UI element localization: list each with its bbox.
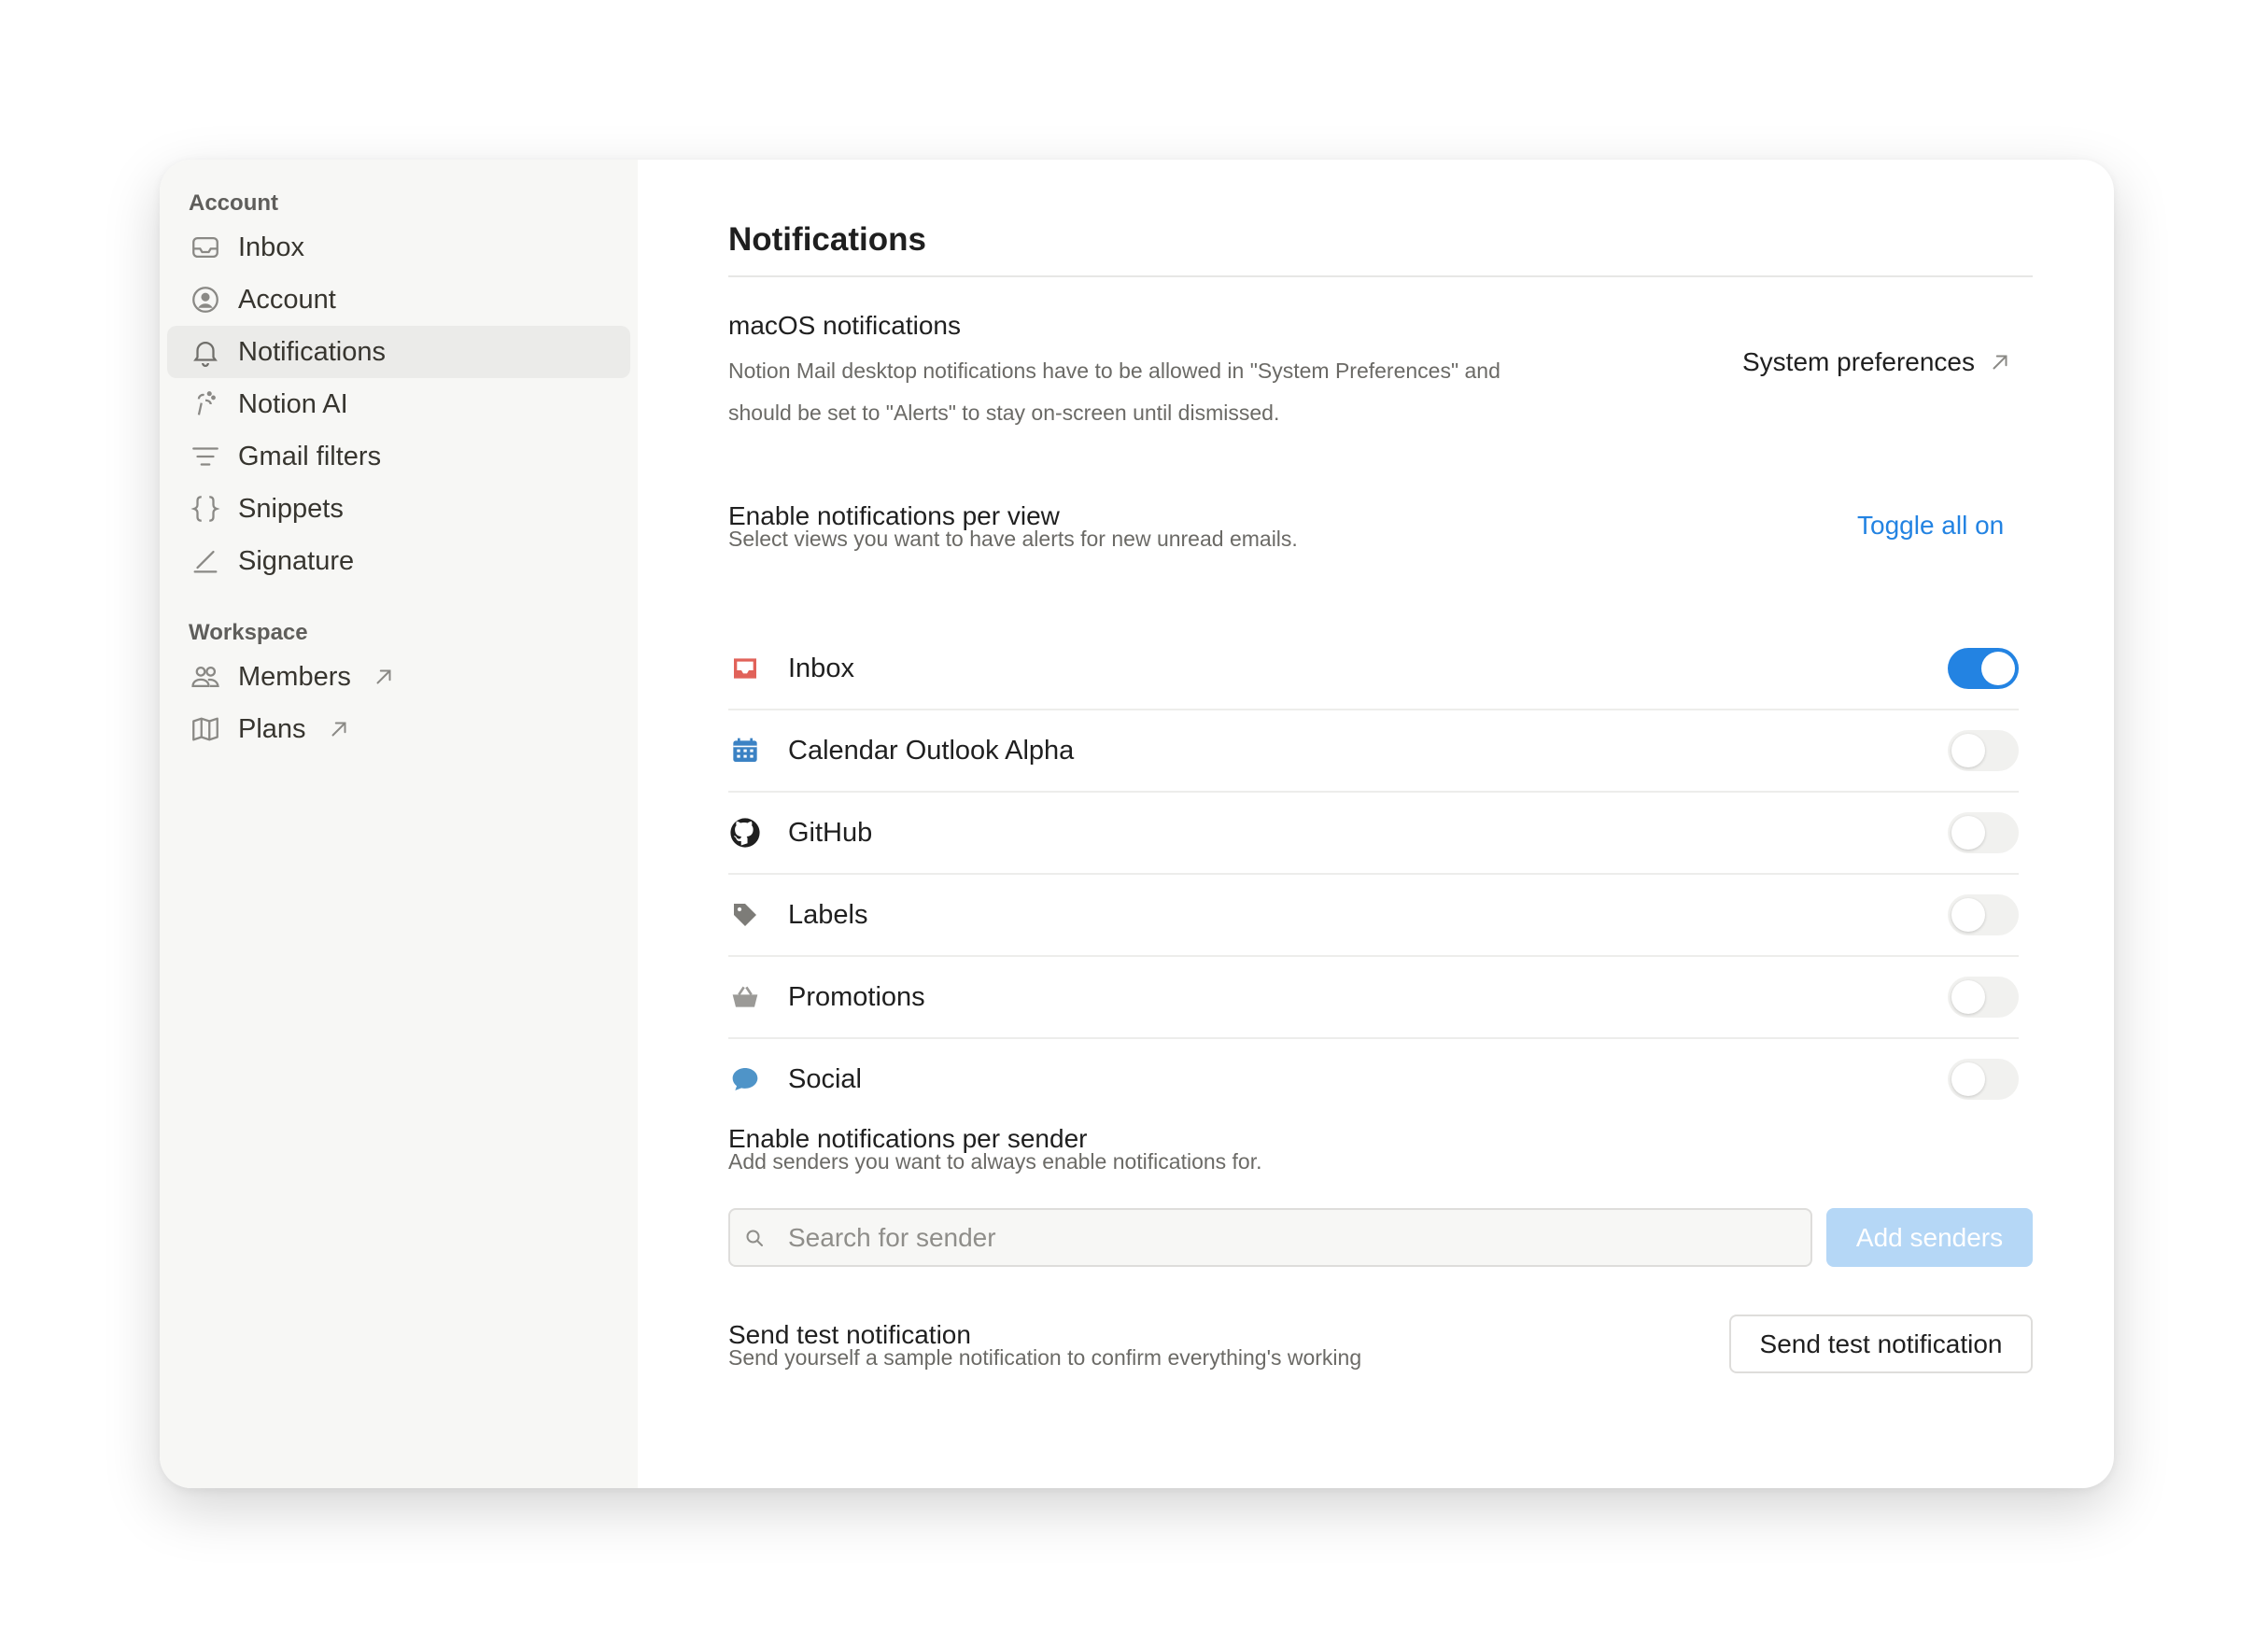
map-icon — [189, 712, 222, 746]
chat-bubble-icon — [728, 1062, 762, 1096]
sidebar-item-label: Snippets — [238, 493, 344, 524]
sender-search-field[interactable] — [728, 1208, 1812, 1267]
sidebar-item-notion-ai[interactable]: Notion AI — [167, 378, 630, 430]
toggle-knob — [1981, 652, 2015, 685]
sidebar-item-account[interactable]: Account — [167, 274, 630, 326]
basket-icon — [728, 980, 762, 1014]
sidebar-item-snippets[interactable]: Snippets — [167, 483, 630, 535]
filter-icon — [189, 440, 222, 473]
sidebar-item-label: Notion AI — [238, 388, 348, 419]
system-preferences-label: System preferences — [1742, 347, 1975, 376]
view-row-github: GitHub — [728, 791, 2019, 873]
sidebar-item-plans[interactable]: Plans — [167, 703, 630, 755]
bell-icon — [189, 335, 222, 369]
notion-ai-icon — [189, 387, 222, 421]
github-notification-toggle[interactable] — [1948, 812, 2019, 853]
sidebar-section-workspace: Workspace — [189, 620, 308, 645]
system-preferences-link[interactable]: System preferences — [1742, 347, 2012, 377]
view-row-inbox: Inbox — [728, 628, 2019, 709]
view-label: Calendar Outlook Alpha — [788, 735, 1075, 766]
per-view-section-desc: Select views you want to have alerts for… — [728, 527, 1298, 551]
braces-icon — [189, 492, 222, 526]
test-section-desc: Send yourself a sample notification to c… — [728, 1345, 1362, 1370]
add-senders-button[interactable]: Add senders — [1826, 1208, 2033, 1267]
sidebar-section-account: Account — [189, 190, 278, 216]
view-row-calendar: Calendar Outlook Alpha — [728, 709, 2019, 791]
view-label: Social — [788, 1063, 862, 1094]
macos-desc-line-2: should be set to "Alerts" to stay on-scr… — [728, 401, 1280, 425]
view-label: Labels — [788, 899, 868, 930]
inbox-notification-toggle[interactable] — [1948, 648, 2019, 689]
toggle-knob — [1951, 980, 1985, 1014]
social-notification-toggle[interactable] — [1948, 1059, 2019, 1100]
calendar-notification-toggle[interactable] — [1948, 730, 2019, 771]
settings-sidebar: Account Inbox Account Notifications Noti… — [160, 160, 638, 1488]
promotions-notification-toggle[interactable] — [1948, 977, 2019, 1018]
sidebar-item-members[interactable]: Members — [167, 651, 630, 703]
tag-icon — [728, 898, 762, 932]
sidebar-item-label: Account — [238, 284, 336, 315]
sidebar-item-notifications[interactable]: Notifications — [167, 326, 630, 378]
view-label: GitHub — [788, 817, 873, 848]
settings-main: Notifications macOS notifications Notion… — [638, 160, 2114, 1488]
external-link-icon — [327, 716, 353, 742]
people-icon — [189, 660, 222, 694]
send-test-notification-button[interactable]: Send test notification — [1729, 1315, 2033, 1373]
view-label: Promotions — [788, 981, 925, 1012]
calendar-icon — [728, 734, 762, 767]
sidebar-item-signature[interactable]: Signature — [167, 535, 630, 587]
sender-search-input[interactable] — [786, 1221, 1810, 1254]
sidebar-item-label: Inbox — [238, 232, 304, 262]
sidebar-item-label: Gmail filters — [238, 441, 382, 471]
view-list: Inbox Calendar Outlook Alpha GitHub Labe… — [728, 628, 2019, 1119]
toggle-knob — [1951, 898, 1985, 932]
signature-icon — [189, 544, 222, 578]
inbox-tray-icon — [728, 652, 762, 685]
view-row-labels: Labels — [728, 873, 2019, 955]
sidebar-item-label: Notifications — [238, 336, 386, 367]
macos-desc-line-1: Notion Mail desktop notifications have t… — [728, 359, 1500, 383]
sidebar-item-label: Plans — [238, 713, 306, 744]
search-icon — [743, 1227, 766, 1249]
toggle-knob — [1951, 816, 1985, 850]
title-divider — [728, 275, 2033, 277]
view-row-promotions: Promotions — [728, 955, 2019, 1037]
view-row-social: Social — [728, 1037, 2019, 1119]
sidebar-item-gmail-filters[interactable]: Gmail filters — [167, 430, 630, 483]
inbox-icon — [189, 231, 222, 264]
view-label: Inbox — [788, 653, 854, 683]
sidebar-item-label: Members — [238, 661, 351, 692]
external-link-icon — [1993, 355, 2007, 370]
github-icon — [728, 816, 762, 850]
toggle-knob — [1951, 1062, 1985, 1096]
labels-notification-toggle[interactable] — [1948, 894, 2019, 935]
sidebar-item-label: Signature — [238, 545, 355, 576]
settings-window: Account Inbox Account Notifications Noti… — [160, 160, 2114, 1488]
toggle-all-on-button[interactable]: Toggle all on — [1857, 511, 2004, 541]
toggle-knob — [1951, 734, 1985, 767]
macos-section-desc: Notion Mail desktop notifications have t… — [728, 350, 1500, 434]
user-circle-icon — [189, 283, 222, 316]
page-title: Notifications — [728, 221, 926, 258]
sidebar-item-inbox[interactable]: Inbox — [167, 221, 630, 274]
per-sender-section-desc: Add senders you want to always enable no… — [728, 1149, 1262, 1174]
external-link-icon — [372, 664, 398, 690]
macos-section-title: macOS notifications — [728, 311, 961, 340]
